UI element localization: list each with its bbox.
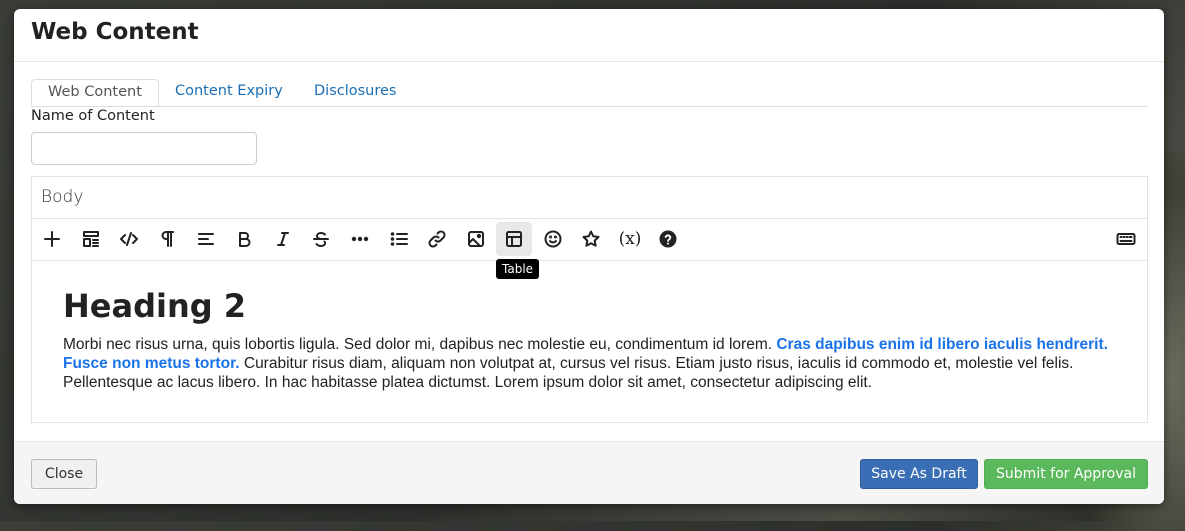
bullet-list-icon[interactable] <box>381 222 417 256</box>
code-icon[interactable] <box>111 222 147 256</box>
link-icon[interactable] <box>419 222 455 256</box>
editor-toolbar: (x) <box>32 218 1147 261</box>
emoji-icon[interactable] <box>535 222 571 256</box>
tab-content-expiry[interactable]: Content Expiry <box>175 79 283 105</box>
modal-footer: Close Save As Draft Submit for Approval <box>14 441 1164 504</box>
web-content-modal: Web Content Web Content Content Expiry D… <box>14 9 1164 504</box>
bold-icon[interactable] <box>226 222 262 256</box>
table-icon[interactable] <box>496 222 532 256</box>
template-icon[interactable] <box>73 222 109 256</box>
more-icon[interactable] <box>342 222 378 256</box>
help-icon[interactable] <box>650 222 686 256</box>
keyboard-icon[interactable] <box>1108 222 1144 256</box>
align-left-icon[interactable] <box>188 222 224 256</box>
image-icon[interactable] <box>458 222 494 256</box>
star-icon[interactable] <box>573 222 609 256</box>
modal-title: Web Content <box>31 19 199 45</box>
close-button[interactable]: Close <box>31 459 97 489</box>
body-editor: Body (x) Table Heading 2 Morbi nec risus… <box>31 176 1148 423</box>
strikethrough-icon[interactable] <box>303 222 339 256</box>
name-of-content-input[interactable] <box>31 132 257 165</box>
body-label: Body <box>41 187 84 207</box>
content-heading: Heading 2 <box>63 287 247 325</box>
tab-web-content[interactable]: Web Content <box>31 79 159 106</box>
tab-bar: Web Content Content Expiry Disclosures <box>31 79 1148 107</box>
variable-icon[interactable]: (x) <box>612 222 648 256</box>
editor-content[interactable]: Heading 2 Morbi nec risus urna, quis lob… <box>63 287 1123 392</box>
table-tooltip: Table <box>496 259 540 279</box>
content-paragraph: Morbi nec risus urna, quis lobortis ligu… <box>63 335 1123 392</box>
italic-icon[interactable] <box>265 222 301 256</box>
plus-icon[interactable] <box>34 222 70 256</box>
modal-header: Web Content <box>14 9 1164 62</box>
name-of-content-label: Name of Content <box>31 108 155 124</box>
tab-disclosures[interactable]: Disclosures <box>314 79 396 105</box>
save-as-draft-button[interactable]: Save As Draft <box>860 459 978 489</box>
paragraph-icon[interactable] <box>150 222 186 256</box>
submit-for-approval-button[interactable]: Submit for Approval <box>984 459 1148 489</box>
paragraph-text: Morbi nec risus urna, quis lobortis ligu… <box>63 336 777 353</box>
variable-icon-text: (x) <box>618 229 642 249</box>
